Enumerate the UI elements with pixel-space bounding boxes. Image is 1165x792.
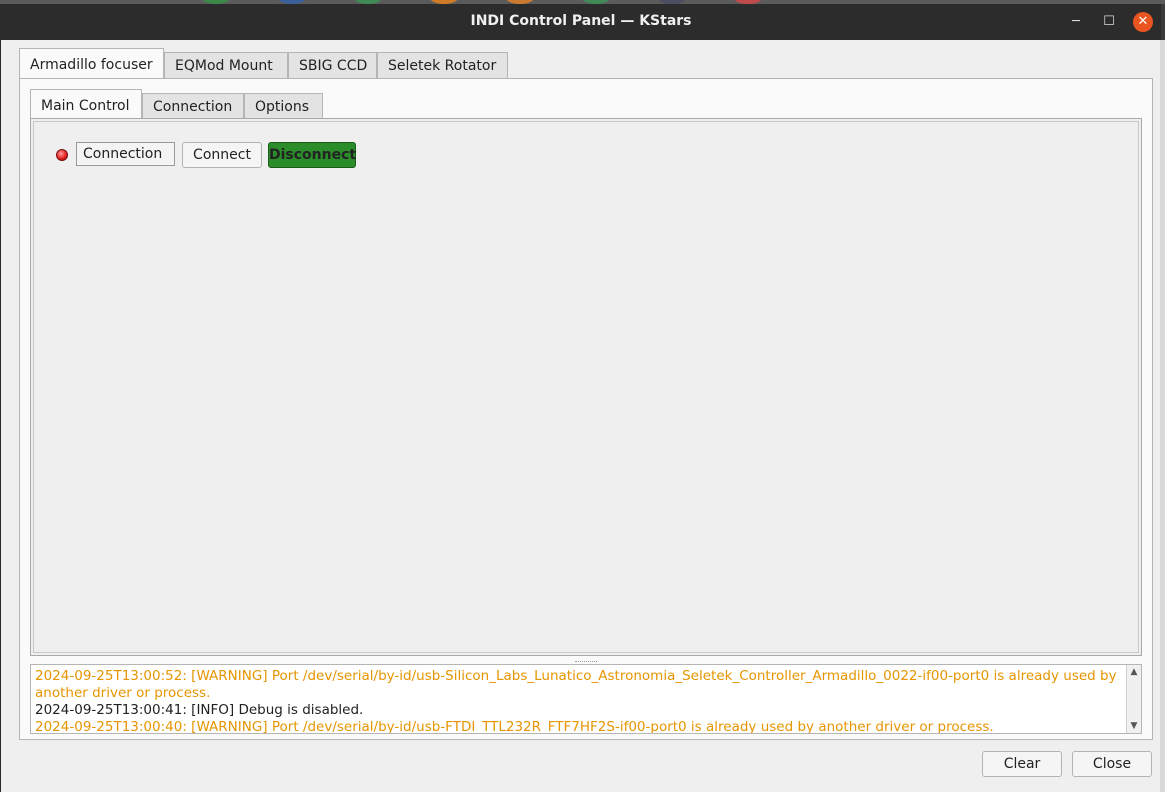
tab-connection[interactable]: Connection — [142, 93, 244, 119]
disconnect-button[interactable]: Disconnect — [268, 142, 356, 168]
tab-armadillo-focuser[interactable]: Armadillo focuser — [19, 48, 164, 79]
connection-status-led — [56, 149, 68, 161]
minimize-icon: ─ — [1072, 14, 1080, 29]
log-entry: 2024-09-25T13:00:52: [WARNING] Port /dev… — [35, 668, 1117, 701]
log-lines: 2024-09-25T13:00:52: [WARNING] Port /dev… — [35, 668, 1125, 734]
tab-seletek-rotator[interactable]: Seletek Rotator — [377, 52, 508, 78]
connection-property-label: Connection — [76, 142, 175, 166]
title-bar: INDI Control Panel — KStars ─ ☐ ✕ — [1, 4, 1161, 40]
minimize-button[interactable]: ─ — [1066, 12, 1086, 32]
clear-button[interactable]: Clear — [982, 751, 1062, 777]
scroll-up-icon[interactable]: ▲ — [1127, 665, 1141, 679]
close-window-button[interactable]: ✕ — [1133, 12, 1153, 32]
log-entry: 2024-09-25T13:00:40: [WARNING] Port /dev… — [35, 719, 994, 734]
close-icon: ✕ — [1137, 14, 1149, 29]
log-entry: 2024-09-25T13:00:41: [INFO] Debug is dis… — [35, 702, 364, 718]
maximize-icon: ☐ — [1103, 14, 1115, 29]
close-button[interactable]: Close — [1072, 751, 1152, 777]
property-area: Connection Connect Disconnect — [33, 121, 1139, 653]
maximize-button[interactable]: ☐ — [1099, 12, 1119, 32]
tab-sbig-ccd[interactable]: SBIG CCD — [288, 52, 377, 78]
scroll-down-icon[interactable]: ▼ — [1127, 719, 1141, 733]
connect-button[interactable]: Connect — [182, 142, 262, 168]
main-control-panel: Connection Connect Disconnect — [30, 118, 1142, 656]
device-panel: Main Control Connection Options Connecti… — [19, 78, 1153, 740]
indi-control-panel-window: INDI Control Panel — KStars ─ ☐ ✕ Armadi… — [0, 4, 1161, 792]
message-log[interactable]: 2024-09-25T13:00:52: [WARNING] Port /dev… — [30, 664, 1142, 734]
tab-main-control[interactable]: Main Control — [30, 89, 142, 120]
window-title: INDI Control Panel — KStars — [470, 13, 692, 29]
tab-options[interactable]: Options — [244, 93, 323, 119]
tab-eqmod-mount[interactable]: EQMod Mount — [164, 52, 288, 78]
log-scrollbar[interactable]: ▲ ▼ — [1126, 665, 1141, 733]
